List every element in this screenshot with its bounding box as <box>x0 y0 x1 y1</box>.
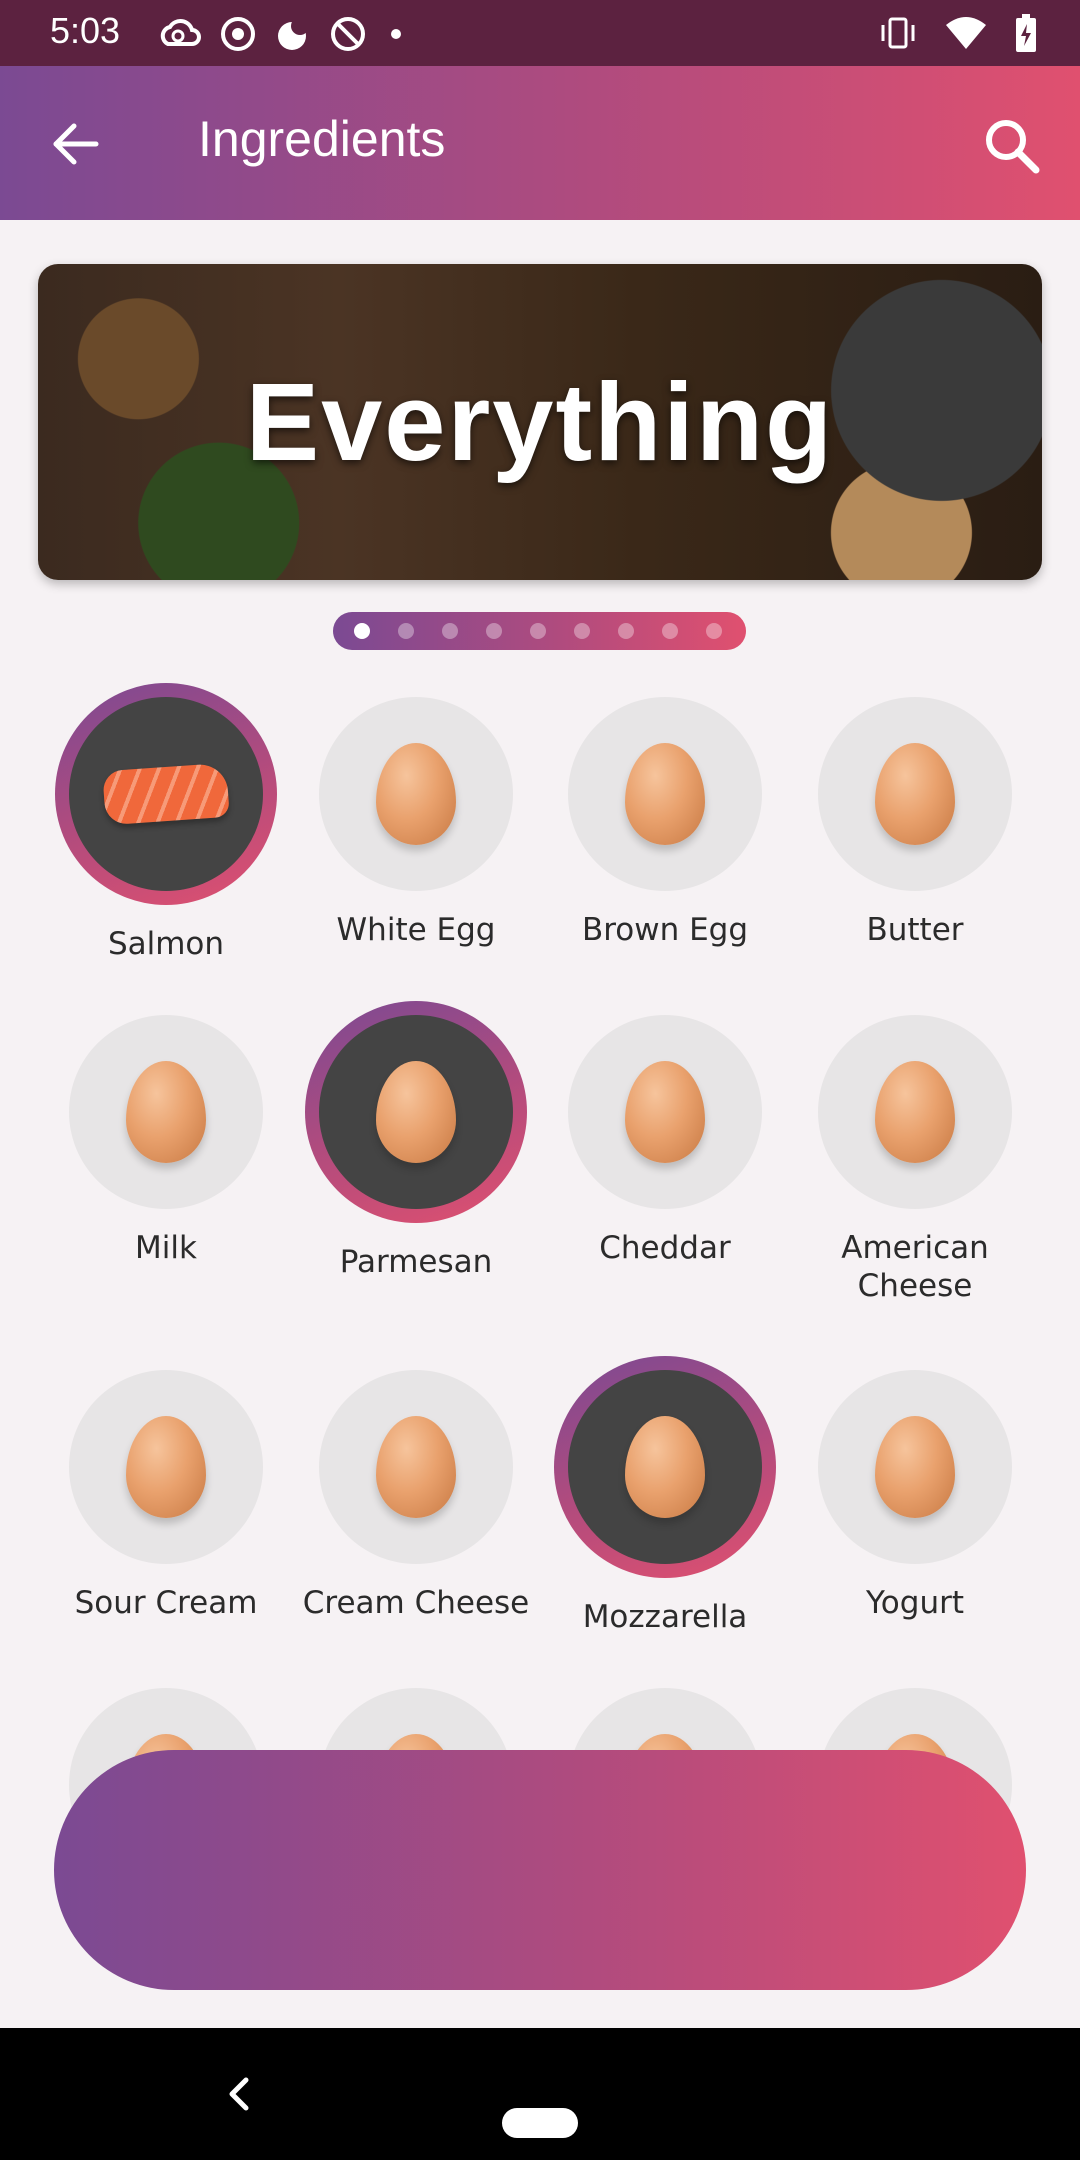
egg-image <box>376 743 456 845</box>
ingredient-image[interactable] <box>818 1370 1012 1564</box>
egg-image <box>875 743 955 845</box>
no-sign-icon <box>331 17 365 51</box>
ingredient-item-brown-egg[interactable]: Brown Egg <box>540 683 790 949</box>
ingredient-label: Cheddar <box>599 1230 731 1266</box>
ingredient-image[interactable] <box>568 1015 762 1209</box>
ingredient-item-mozzarella[interactable]: Mozzarella <box>540 1356 790 1636</box>
nav-home-button[interactable] <box>502 2108 578 2138</box>
pager-dot[interactable] <box>486 623 502 639</box>
ingredient-item-parmesan[interactable]: Parmesan <box>291 1001 541 1281</box>
page-title: Ingredients <box>198 111 446 167</box>
app-bar: Ingredients <box>0 66 1080 220</box>
egg-image <box>376 1416 456 1518</box>
pager-dot[interactable] <box>354 623 370 639</box>
ingredient-label: Cream Cheese <box>302 1585 530 1621</box>
moon-icon <box>278 17 309 50</box>
ingredient-item-cheddar[interactable]: Cheddar <box>540 1001 790 1267</box>
ingredient-image[interactable] <box>818 697 1012 891</box>
ingredient-label: Parmesan <box>339 1244 493 1280</box>
ingredient-item-cream-cheese[interactable]: Cream Cheese <box>291 1356 541 1622</box>
search-icon[interactable] <box>980 114 1044 178</box>
egg-image <box>126 1416 206 1518</box>
ingredient-item-butter[interactable]: Butter <box>790 683 1040 949</box>
ingredient-item-sour-cream[interactable]: Sour Cream <box>41 1356 291 1622</box>
egg-image <box>376 1061 456 1163</box>
egg-image <box>126 1061 206 1163</box>
ingredient-label: White Egg <box>336 912 496 948</box>
ingredient-item-yogurt[interactable]: Yogurt <box>790 1356 1040 1622</box>
ingredient-image[interactable] <box>69 1015 263 1209</box>
ingredient-label: American Cheese <box>841 1230 989 1304</box>
ingredient-item-salmon[interactable]: Salmon <box>41 683 291 963</box>
pager-dot[interactable] <box>574 623 590 639</box>
ingredient-item-white-egg[interactable]: White Egg <box>291 683 541 949</box>
creative-cloud-icon <box>160 19 201 46</box>
pager-dot[interactable] <box>398 623 414 639</box>
ingredient-label: Mozzarella <box>582 1599 748 1635</box>
dot-icon <box>391 29 401 39</box>
egg-image <box>875 1061 955 1163</box>
pager-dot[interactable] <box>442 623 458 639</box>
egg-image <box>875 1416 955 1518</box>
chrome-icon <box>221 17 255 51</box>
ingredient-image[interactable] <box>69 1370 263 1564</box>
ingredient-image[interactable] <box>568 697 762 891</box>
ingredient-item-milk[interactable]: Milk <box>41 1001 291 1267</box>
ingredient-image[interactable] <box>319 697 513 891</box>
navigation-bar <box>0 2028 1080 2160</box>
battery-charging-icon <box>1016 14 1036 52</box>
egg-image <box>625 1416 705 1518</box>
pager-dot[interactable] <box>530 623 546 639</box>
pager-dot[interactable] <box>706 623 722 639</box>
continue-button[interactable] <box>54 1750 1026 1990</box>
ingredient-image[interactable] <box>818 1015 1012 1209</box>
pager-dot[interactable] <box>662 623 678 639</box>
ingredient-image[interactable] <box>305 1001 527 1223</box>
arrow-back-icon[interactable] <box>48 116 104 172</box>
pager-dot[interactable] <box>618 623 634 639</box>
salmon-image <box>102 762 230 826</box>
status-icons-left <box>158 14 406 54</box>
status-time: 5:03 <box>50 10 121 51</box>
ingredient-label: Brown Egg <box>581 912 749 948</box>
ingredient-label: Butter <box>866 912 964 948</box>
ingredient-image[interactable] <box>55 683 277 905</box>
vibrate-icon <box>881 17 915 49</box>
ingredient-label: Yogurt <box>865 1585 964 1621</box>
status-bar: 5:03 <box>0 0 1080 66</box>
category-banner[interactable]: Everything <box>38 264 1042 580</box>
wifi-icon <box>946 17 986 49</box>
egg-image <box>625 1061 705 1163</box>
ingredient-item-american-cheese[interactable]: American Cheese <box>790 1001 1040 1305</box>
ingredient-label: Sour Cream <box>74 1585 258 1621</box>
banner-pager[interactable] <box>333 612 746 650</box>
egg-image <box>625 743 705 845</box>
ingredient-label: Milk <box>135 1230 197 1266</box>
ingredient-image[interactable] <box>554 1356 776 1578</box>
banner-title: Everything <box>245 360 835 484</box>
status-icons-right <box>878 12 1038 54</box>
ingredient-label: Salmon <box>107 926 225 962</box>
ingredient-image[interactable] <box>319 1370 513 1564</box>
nav-back-icon[interactable] <box>224 2074 254 2114</box>
